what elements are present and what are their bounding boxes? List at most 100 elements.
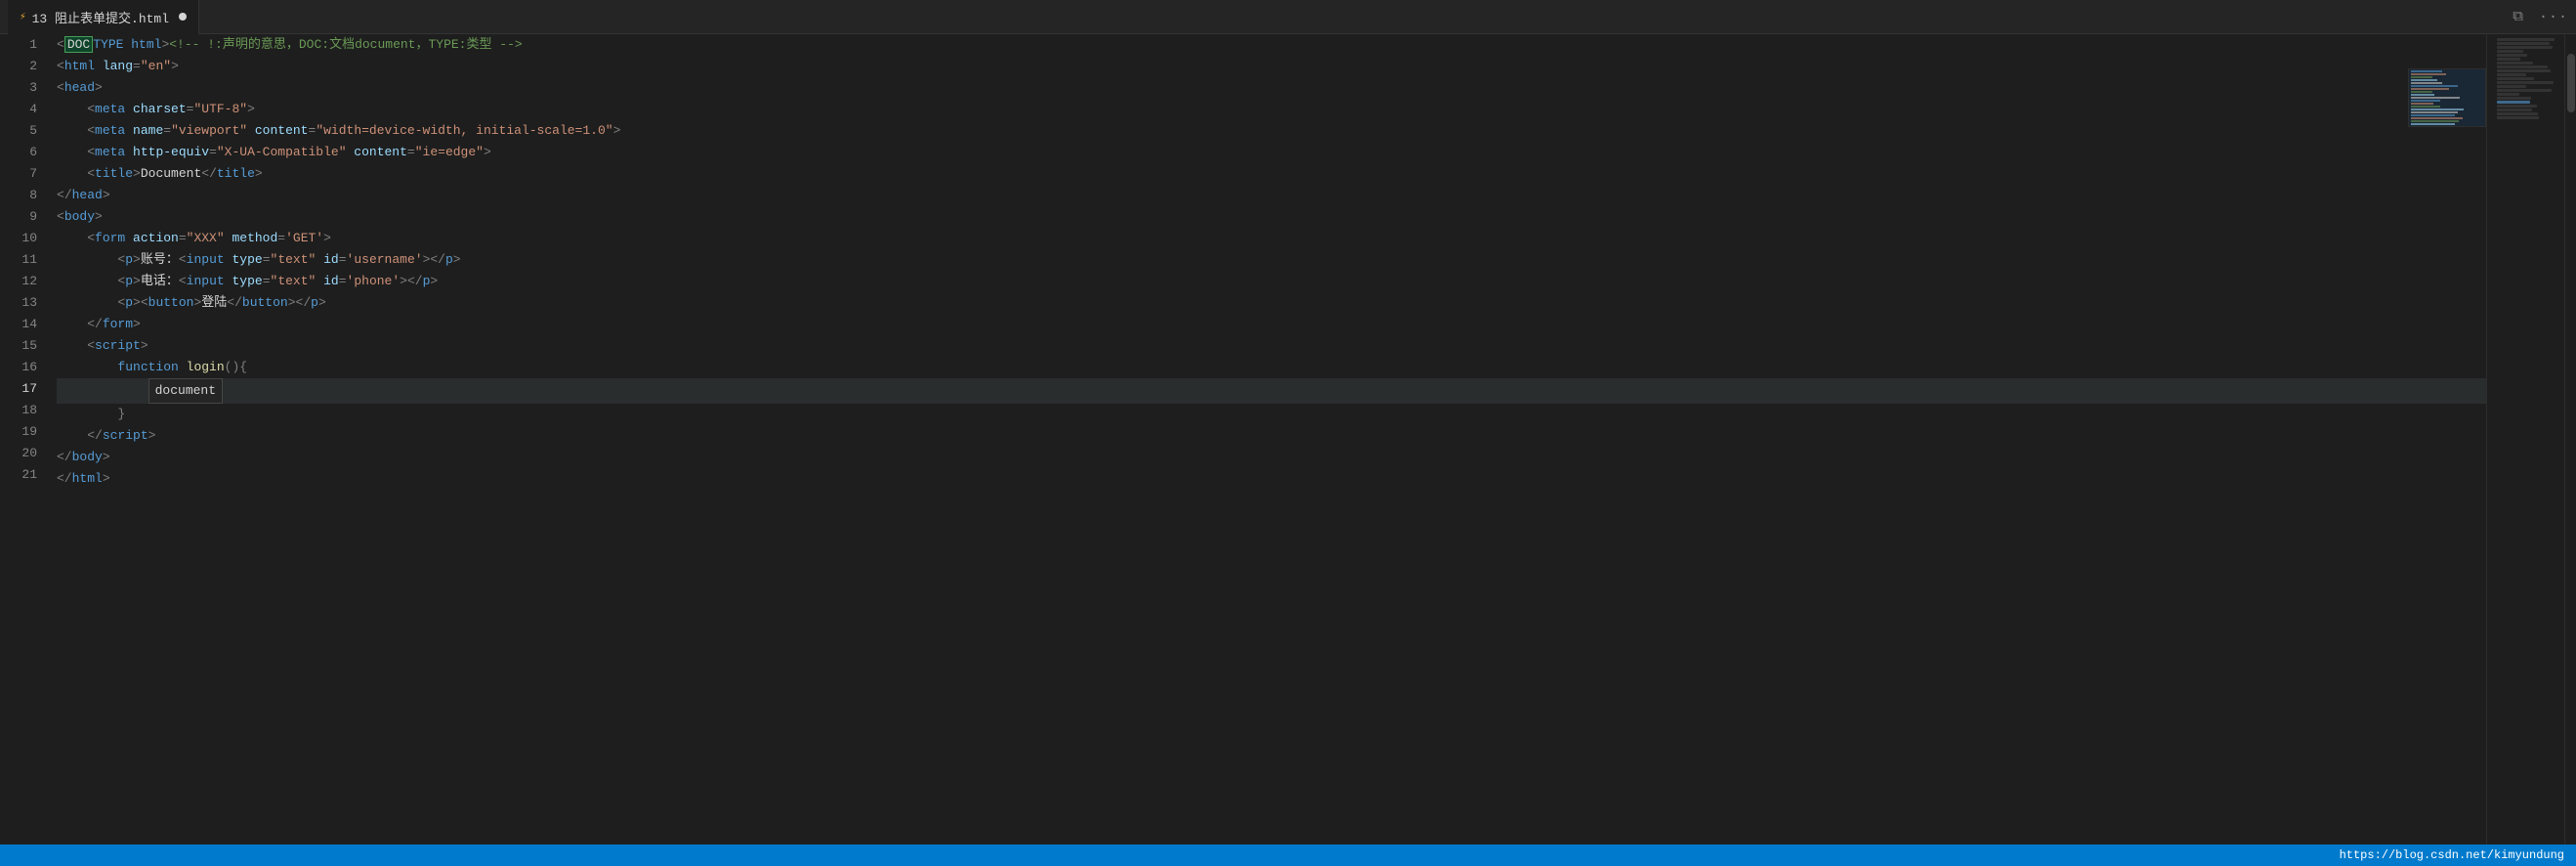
punctuation-token: </ — [227, 295, 242, 310]
line-number: 14 — [0, 314, 37, 335]
punctuation-token: > — [453, 252, 461, 267]
line-number: 13 — [0, 292, 37, 314]
line-number: 10 — [0, 228, 37, 249]
text-token: Document — [141, 166, 201, 181]
minimap-line — [2497, 81, 2555, 84]
punctuation-token: > — [613, 123, 621, 138]
punctuation-token: = — [209, 145, 217, 159]
line-number: 20 — [0, 443, 37, 464]
autocomplete-suggestion[interactable]: document — [148, 378, 223, 404]
line-number: 15 — [0, 335, 37, 357]
minimap-line — [2497, 97, 2531, 100]
punctuation-token: < — [57, 252, 125, 267]
punctuation-token: = — [179, 231, 187, 245]
punctuation-token: = — [163, 123, 171, 138]
punctuation-token: > — [103, 450, 110, 464]
status-bar: https://blog.csdn.net/kimyundung — [0, 844, 2576, 866]
punctuation-token: < — [57, 231, 95, 245]
attr-token: id — [316, 274, 338, 288]
line-number: 8 — [0, 185, 37, 206]
punctuation-token: > — [255, 166, 263, 181]
tag-token: input — [187, 274, 225, 288]
tag-token: p — [445, 252, 453, 267]
attr-token: content — [347, 145, 407, 159]
vertical-scrollbar[interactable] — [2564, 34, 2576, 844]
line-number: 1 — [0, 34, 37, 56]
punctuation-token: > — [148, 428, 156, 443]
punctuation-token: < — [57, 188, 64, 202]
tag-token: html — [72, 471, 103, 486]
keyword-token: function — [117, 360, 178, 374]
tag-token: title — [217, 166, 255, 181]
tag-token: head — [64, 80, 95, 95]
punctuation-token: < — [57, 37, 64, 52]
line-number: 19 — [0, 421, 37, 443]
code-line: <meta name="viewport" content="width=dev… — [57, 120, 2486, 142]
punctuation-token: < — [179, 274, 187, 288]
string-token: "UTF-8" — [193, 102, 247, 116]
minimap-line — [2497, 46, 2553, 49]
attr-token: http-equiv — [125, 145, 209, 159]
minimap-line — [2497, 50, 2523, 53]
minimap-line — [2497, 38, 2555, 41]
string-token: "text" — [271, 252, 317, 267]
string-token: "en" — [141, 59, 171, 73]
string-token: "X-UA-Compatible" — [217, 145, 347, 159]
function-name-token: login — [187, 360, 225, 374]
punctuation-token: > — [133, 274, 141, 288]
tag-token: meta — [95, 145, 125, 159]
punctuation-token: < — [57, 80, 64, 95]
code-line: <p>账号：<input type="text" id='username'><… — [57, 249, 2486, 271]
punctuation-token: </ — [57, 471, 72, 486]
more-actions-icon[interactable]: ··· — [2539, 9, 2568, 25]
minimap-line — [2497, 85, 2526, 88]
editor-tab[interactable]: ⚡ 13 阻止表单提交.html — [8, 0, 199, 34]
split-editor-icon[interactable]: ⧉ — [2513, 8, 2523, 25]
attr-token: lang — [95, 59, 133, 73]
punctuation-token: (){ — [225, 360, 247, 374]
punctuation-token: / — [64, 188, 72, 202]
tag-token: form — [95, 231, 125, 245]
attr-token: action — [125, 231, 179, 245]
file-type-icon: ⚡ — [20, 10, 26, 23]
tag-token: body — [72, 450, 103, 464]
line-number: 18 — [0, 400, 37, 421]
attr-token: type — [225, 252, 263, 267]
punctuation-token: < — [57, 338, 95, 353]
punctuation-token: = — [277, 231, 285, 245]
punctuation-token: > — [171, 59, 179, 73]
minimap-line — [2497, 73, 2527, 76]
punctuation-token: } — [57, 407, 125, 421]
code-line: </html> — [57, 468, 2486, 490]
status-link[interactable]: https://blog.csdn.net/kimyundung — [2340, 848, 2564, 862]
code-line: <meta http-equiv="X-UA-Compatible" conte… — [57, 142, 2486, 163]
punctuation-token: < — [57, 59, 64, 73]
punctuation-token — [57, 383, 148, 398]
code-editor[interactable]: <DOCTYPE html><!-- !:声明的意思，DOC:文档documen… — [49, 34, 2486, 844]
line-number: 11 — [0, 249, 37, 271]
code-line: <DOCTYPE html><!-- !:声明的意思，DOC:文档documen… — [57, 34, 2486, 56]
scrollbar-thumb[interactable] — [2567, 54, 2575, 112]
punctuation-token: > — [95, 209, 103, 224]
code-line: </script> — [57, 425, 2486, 447]
title-bar: ⚡ 13 阻止表单提交.html ⧉ ··· — [0, 0, 2576, 34]
string-token: "XXX" — [187, 231, 225, 245]
line-number: 5 — [0, 120, 37, 142]
tag-token: TYPE html — [93, 37, 161, 52]
string-token: "viewport" — [171, 123, 247, 138]
code-line: <body> — [57, 206, 2486, 228]
code-line: <script> — [57, 335, 2486, 357]
punctuation-token: > — [133, 252, 141, 267]
minimap-line — [2497, 112, 2539, 115]
tag-token: meta — [95, 123, 125, 138]
punctuation-token: < — [57, 209, 64, 224]
minimap-line — [2497, 108, 2533, 111]
attr-token: charset — [125, 102, 186, 116]
code-line: <title>Document</title> — [57, 163, 2486, 185]
tag-token: button — [148, 295, 194, 310]
string-single-token: 'GET' — [285, 231, 323, 245]
punctuation-token: < — [57, 295, 125, 310]
tag-token: input — [187, 252, 225, 267]
tag-token: button — [242, 295, 288, 310]
punctuation-token: = — [133, 59, 141, 73]
